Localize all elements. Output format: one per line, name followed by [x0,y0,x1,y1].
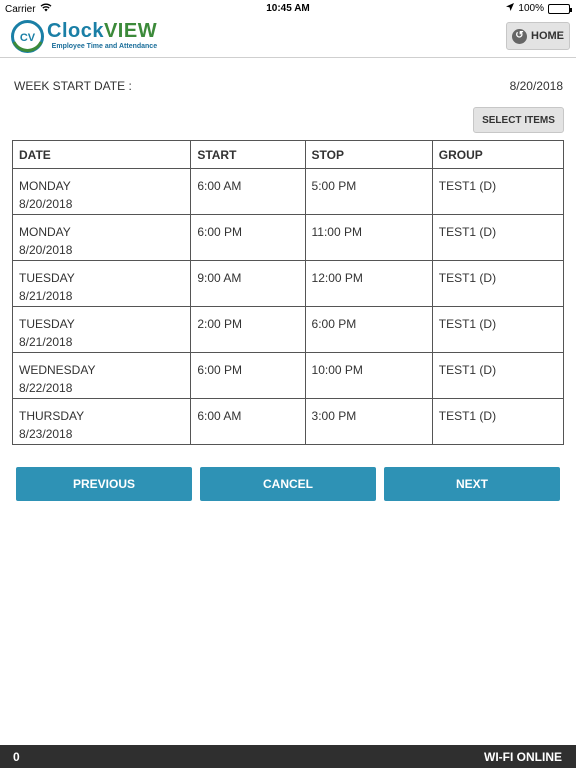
schedule-table: DATE START STOP GROUP MONDAY 8/20/2018 6:… [11,140,565,445]
cell-start: 6:00 PM [190,352,306,399]
select-items-button[interactable]: SELECT ITEMS [473,107,564,133]
home-button[interactable]: ↺ HOME [506,22,570,50]
status-right-group: 100% [506,3,572,14]
cell-start: 6:00 AM [190,398,306,445]
cell-group: TEST1 (D) [431,352,565,399]
status-bar: Carrier 10:45 AM 100% [0,0,576,18]
cell-start: 2:00 PM [190,306,306,353]
cell-group: TEST1 (D) [431,306,565,353]
cell-date: WEDNESDAY 8/22/2018 [11,352,192,399]
row-date: 8/20/2018 [19,243,73,257]
cell-start: 6:00 PM [190,214,306,261]
header-date: DATE [11,140,192,169]
battery-icon [548,3,572,14]
table-header-row: DATE START STOP GROUP [11,140,565,169]
footer-bar: 0 WI-FI ONLINE [0,745,576,768]
week-start-date: 8/20/2018 [509,79,563,93]
row-day: MONDAY [19,225,71,239]
row-day: MONDAY [19,179,71,193]
logo-title: ClockVIEW [47,20,157,42]
pending-count: 0 [13,750,20,764]
action-bar: PREVIOUS CANCEL NEXT [16,467,560,501]
cell-stop: 3:00 PM [304,398,433,445]
row-day: WEDNESDAY [19,363,96,377]
table-row[interactable]: TUESDAY 8/21/2018 2:00 PM 6:00 PM TEST1 (… [11,306,565,353]
cell-group: TEST1 (D) [431,398,565,445]
battery-percent: 100% [518,3,544,14]
row-day: TUESDAY [19,271,75,285]
row-day: THURSDAY [19,409,85,423]
cell-date: MONDAY 8/20/2018 [11,214,192,261]
table-row[interactable]: MONDAY 8/20/2018 6:00 AM 5:00 PM TEST1 (D… [11,168,565,215]
table-row[interactable]: THURSDAY 8/23/2018 6:00 AM 3:00 PM TEST1 … [11,398,565,445]
row-day: TUESDAY [19,317,75,331]
row-date: 8/22/2018 [19,381,73,395]
cell-stop: 12:00 PM [304,260,433,307]
logo-text: ClockVIEW Employee Time and Attendance [47,20,157,50]
next-button[interactable]: NEXT [384,467,560,501]
cell-date: TUESDAY 8/21/2018 [11,306,192,353]
clockview-logo: CV ClockVIEW Employee Time and Attendanc… [11,20,157,53]
table-row[interactable]: WEDNESDAY 8/22/2018 6:00 PM 10:00 PM TEST… [11,352,565,399]
cell-date: TUESDAY 8/21/2018 [11,260,192,307]
cancel-button[interactable]: CANCEL [200,467,376,501]
header-stop: STOP [304,140,433,169]
header-group: GROUP [431,140,565,169]
app-header: CV ClockVIEW Employee Time and Attendanc… [0,18,576,58]
previous-button[interactable]: PREVIOUS [16,467,192,501]
wifi-status: WI-FI ONLINE [484,750,562,764]
row-date: 8/21/2018 [19,289,73,303]
cell-stop: 6:00 PM [304,306,433,353]
table-row[interactable]: TUESDAY 8/21/2018 9:00 AM 12:00 PM TEST1 … [11,260,565,307]
cell-group: TEST1 (D) [431,260,565,307]
cell-stop: 11:00 PM [304,214,433,261]
home-button-label: HOME [531,30,564,42]
week-start-label: WEEK START DATE : [14,79,132,93]
header-start: START [190,140,306,169]
home-back-icon: ↺ [512,28,527,44]
cell-date: THURSDAY 8/23/2018 [11,398,192,445]
row-date: 8/23/2018 [19,427,73,441]
table-row[interactable]: MONDAY 8/20/2018 6:00 PM 11:00 PM TEST1 (… [11,214,565,261]
cell-group: TEST1 (D) [431,214,565,261]
logo-view: VIEW [103,20,158,42]
cell-start: 9:00 AM [190,260,306,307]
row-date: 8/21/2018 [19,335,73,349]
cell-group: TEST1 (D) [431,168,565,215]
logo-badge-icon: CV [11,20,44,53]
status-time: 10:45 AM [266,3,310,14]
row-date: 8/20/2018 [19,197,73,211]
cell-start: 6:00 AM [190,168,306,215]
cell-stop: 5:00 PM [304,168,433,215]
cell-stop: 10:00 PM [304,352,433,399]
logo-clock: Clock [47,20,104,42]
cell-date: MONDAY 8/20/2018 [11,168,192,215]
logo-badge-text: CV [20,32,36,44]
location-arrow-icon [506,3,515,14]
logo-subtitle: Employee Time and Attendance [51,43,158,50]
